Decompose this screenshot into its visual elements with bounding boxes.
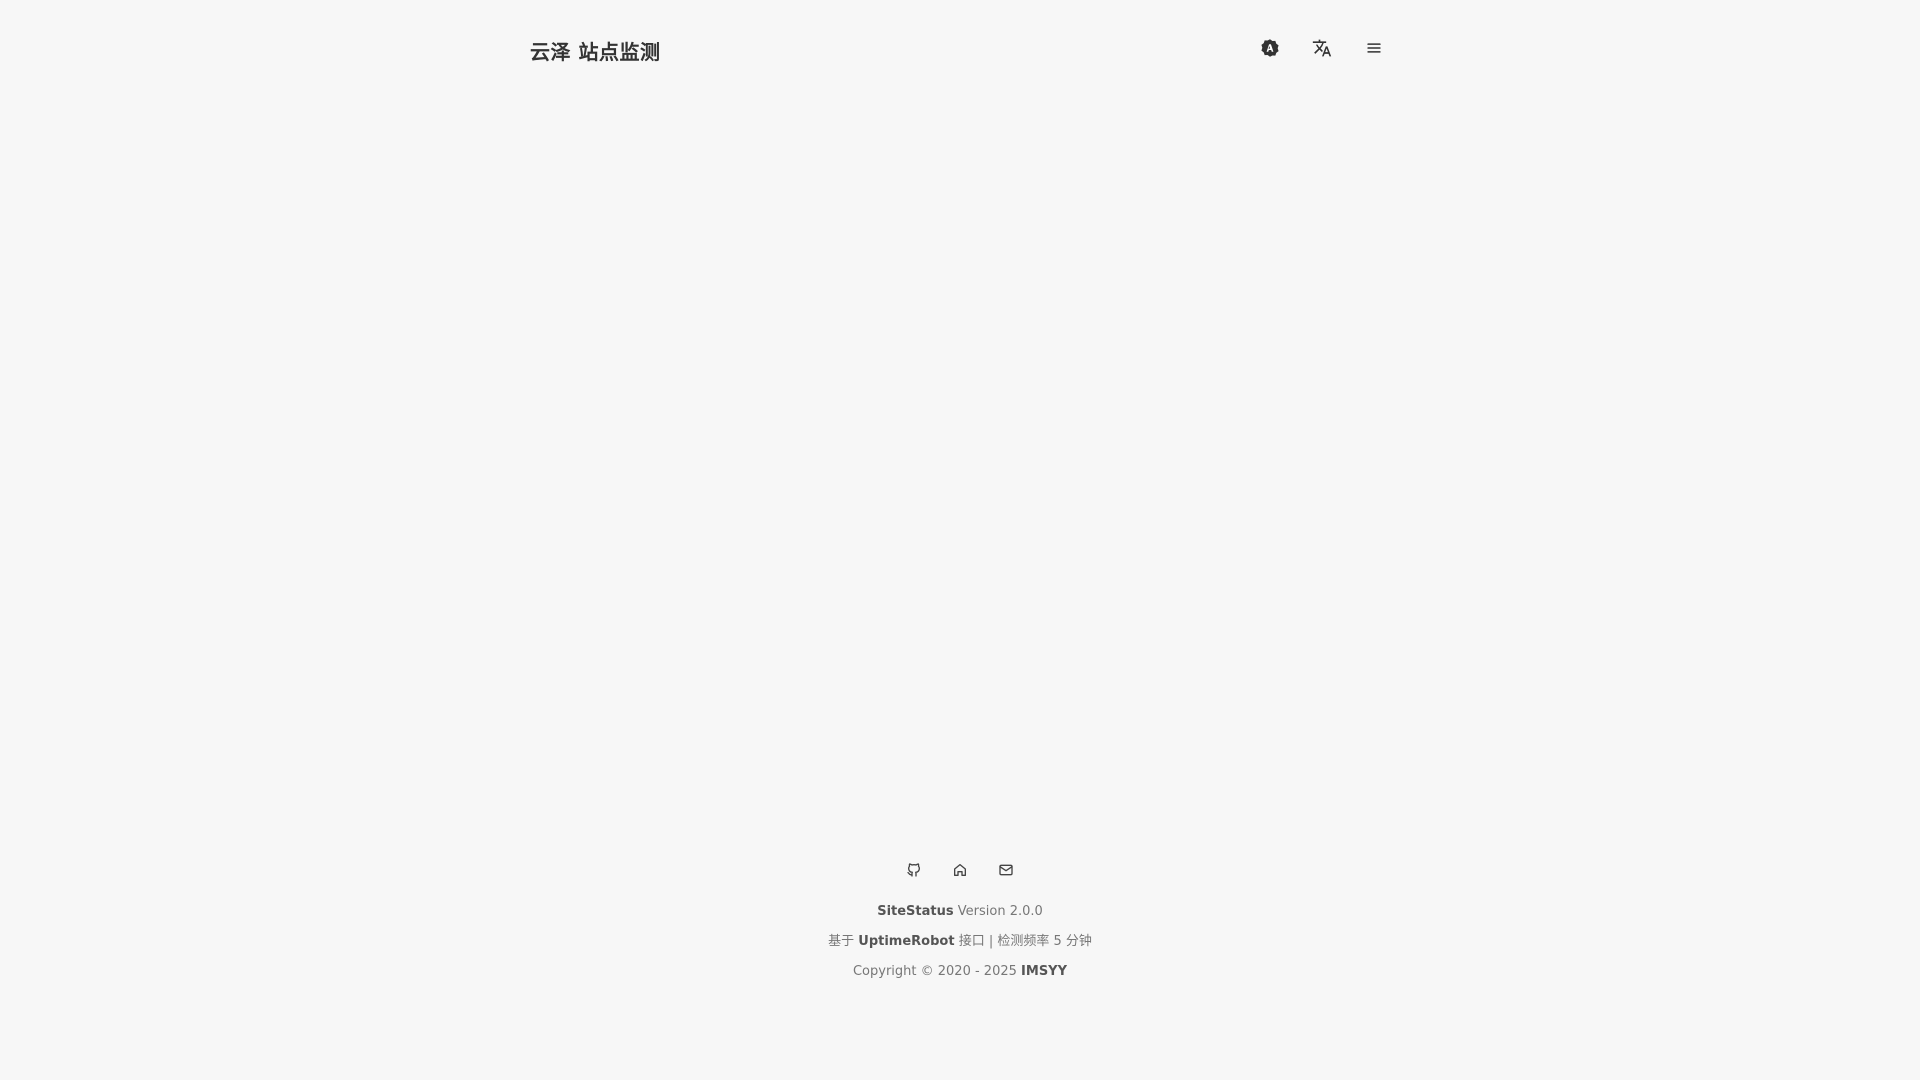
version-text: Version 2.0.0 bbox=[957, 904, 1043, 919]
menu-icon bbox=[1364, 38, 1384, 63]
api-name[interactable]: UptimeRobot bbox=[858, 934, 954, 949]
mail-icon bbox=[998, 862, 1014, 881]
menu-button[interactable] bbox=[1358, 34, 1390, 66]
email-link[interactable] bbox=[995, 860, 1017, 882]
theme-toggle-button[interactable] bbox=[1254, 34, 1286, 66]
version-line: SiteStatus Version 2.0.0 bbox=[877, 904, 1043, 920]
translate-icon bbox=[1312, 38, 1332, 63]
home-icon bbox=[952, 862, 968, 881]
footer-links bbox=[903, 860, 1017, 882]
app-name[interactable]: SiteStatus bbox=[877, 904, 953, 919]
github-icon bbox=[906, 862, 922, 881]
github-link[interactable] bbox=[903, 860, 925, 882]
copyright-line: Copyright © 2020 - 2025 IMSYY bbox=[853, 964, 1067, 980]
site-header: 云泽 站点监测 bbox=[530, 0, 1390, 100]
site-title[interactable]: 云泽 站点监测 bbox=[530, 36, 660, 65]
copyright-owner[interactable]: IMSYY bbox=[1021, 964, 1067, 979]
header-actions bbox=[1254, 34, 1390, 66]
theme-icon bbox=[1260, 38, 1280, 63]
site-footer: SiteStatus Version 2.0.0 基于 UptimeRobot … bbox=[0, 860, 1920, 994]
page: 云泽 站点监测 SiteStatus Version 2.0.0 基于 Upti… bbox=[0, 0, 1920, 1080]
copyright-text: Copyright © 2020 - 2025 bbox=[852, 964, 1017, 979]
api-line: 基于 UptimeRobot 接口 | 检测频率 5 分钟 bbox=[828, 934, 1092, 950]
based-on-suffix: 接口 | 检测频率 5 分钟 bbox=[958, 934, 1092, 949]
based-on-prefix: 基于 bbox=[828, 934, 855, 949]
home-link[interactable] bbox=[949, 860, 971, 882]
language-button[interactable] bbox=[1306, 34, 1338, 66]
